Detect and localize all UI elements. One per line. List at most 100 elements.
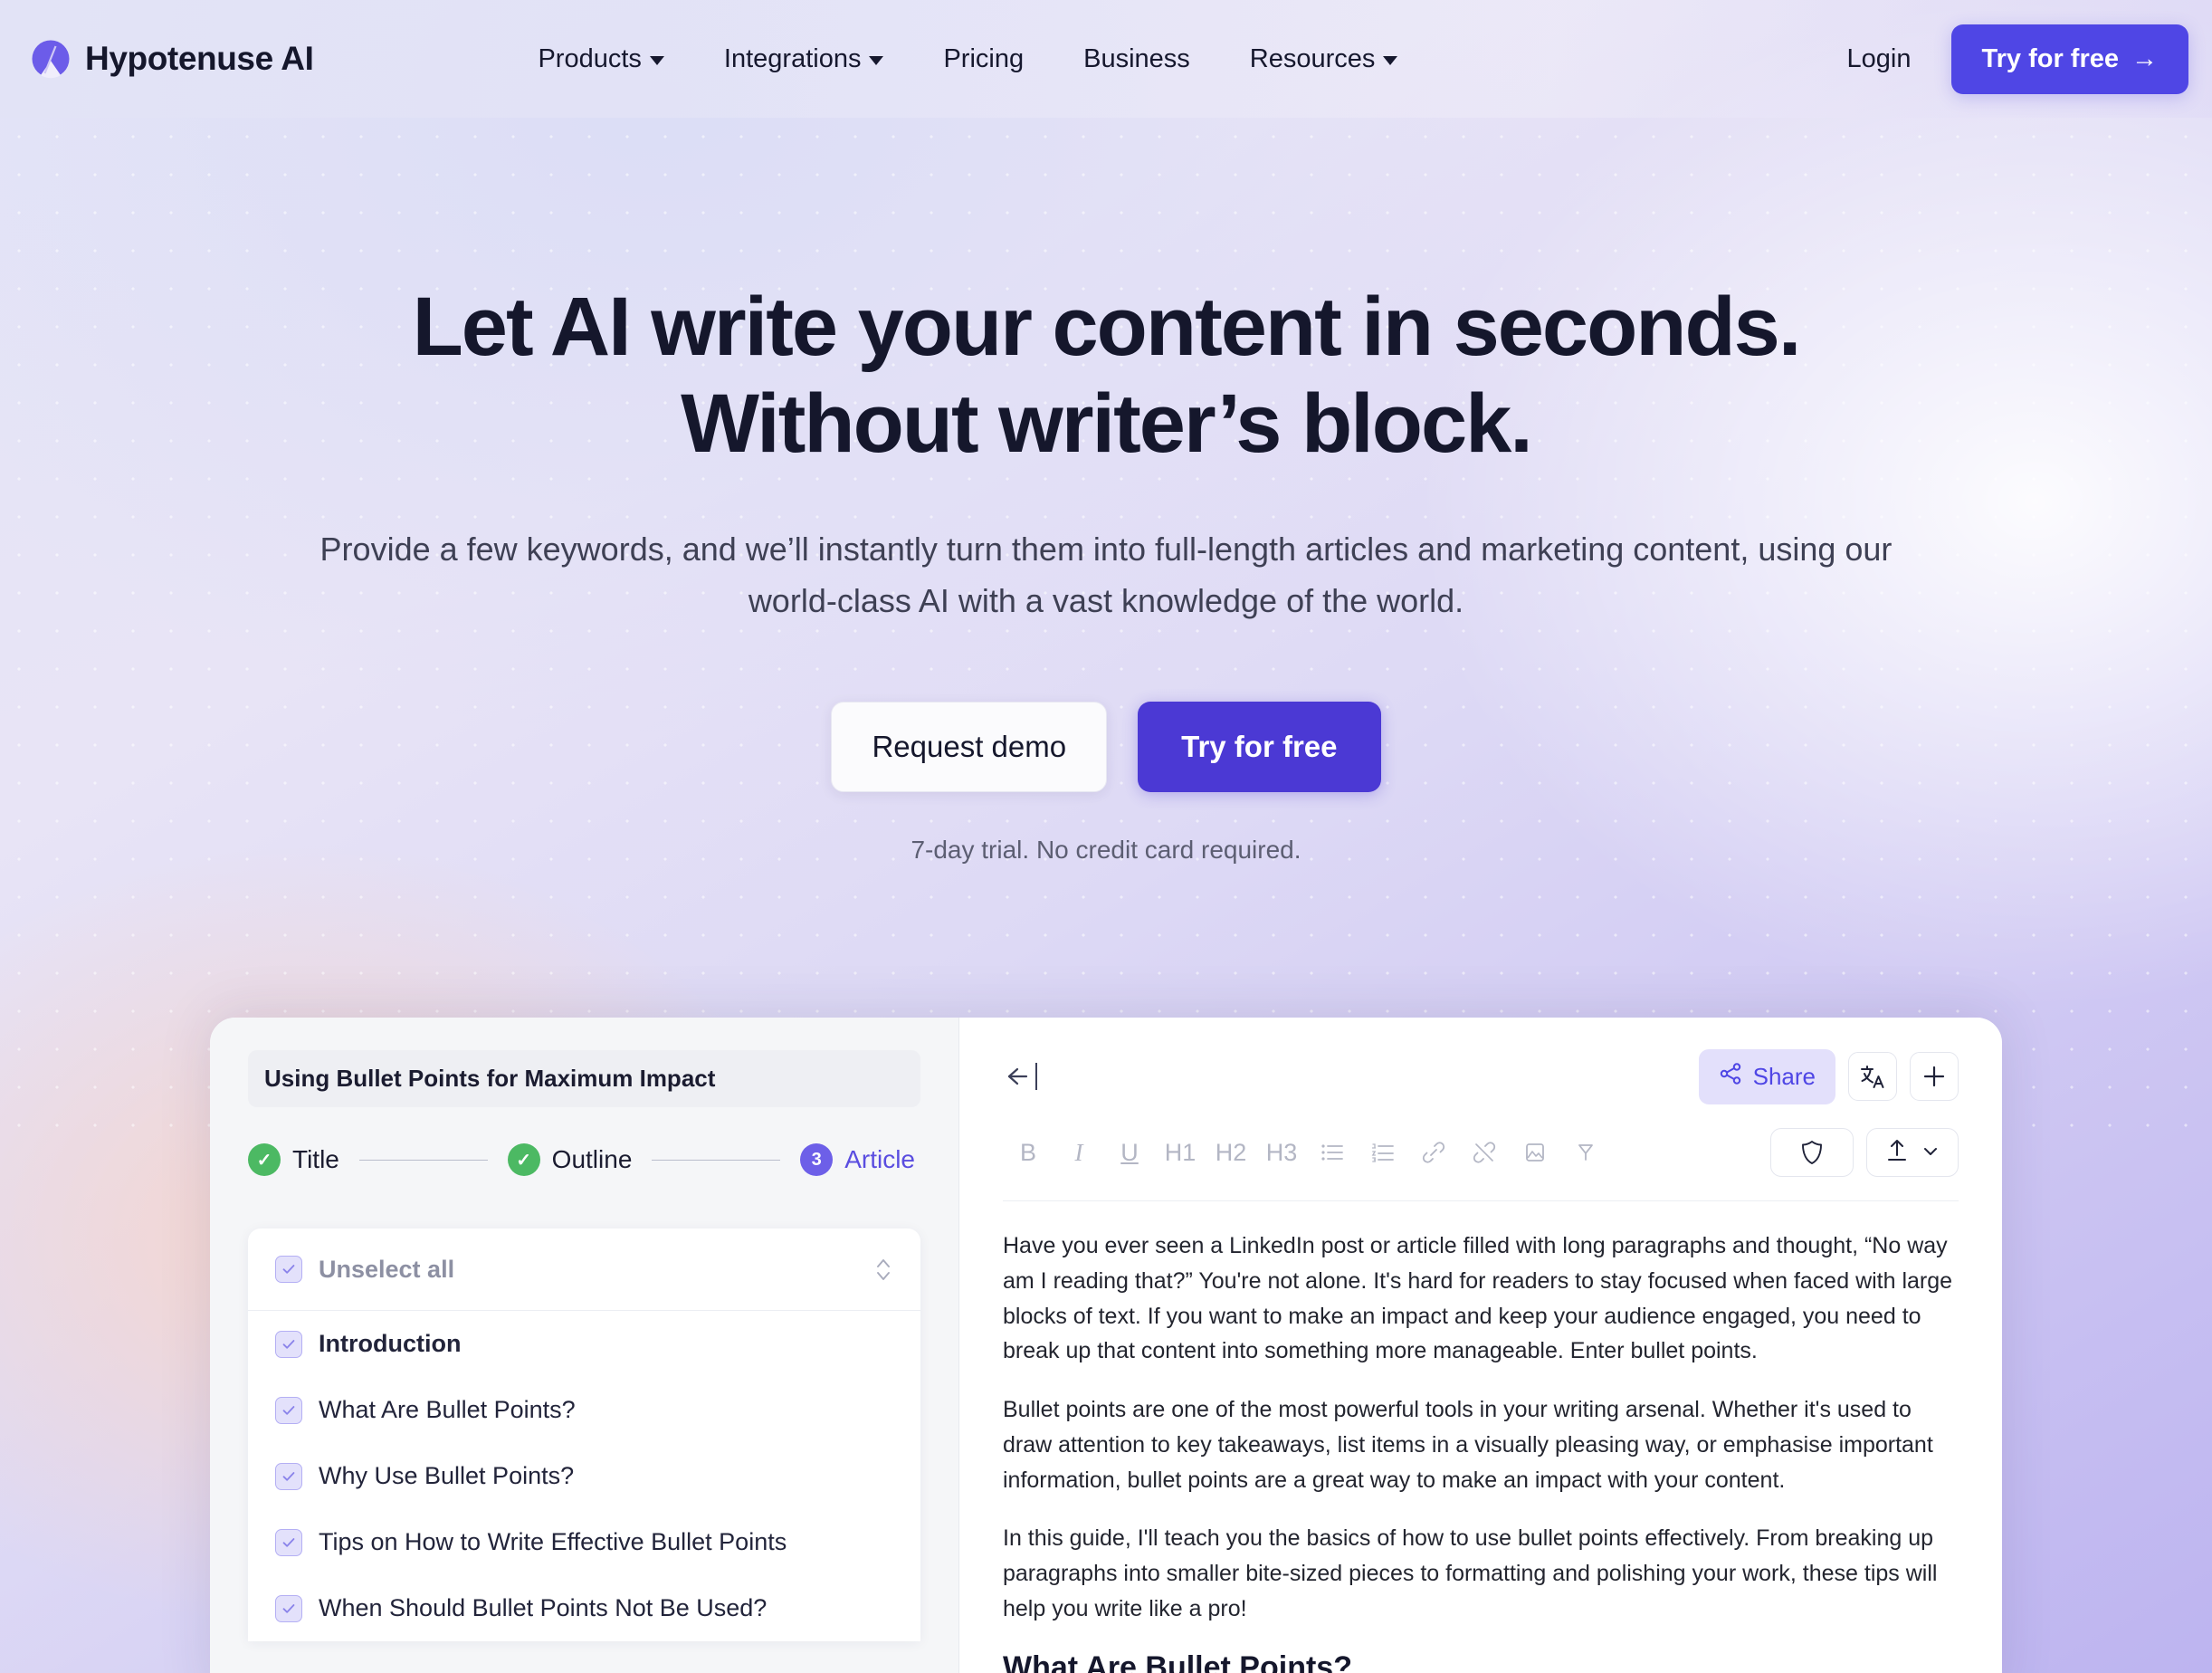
step-outline-marker: ✓ — [507, 1143, 540, 1176]
editor-right-tools — [1770, 1128, 1959, 1177]
check-icon[interactable] — [275, 1528, 302, 1556]
step-connector — [652, 1159, 781, 1161]
hero-section: Let AI write your content in seconds. Wi… — [0, 118, 2212, 865]
text-cursor — [1035, 1063, 1037, 1090]
highlight-icon[interactable] — [1560, 1142, 1611, 1163]
document-title-field[interactable]: Using Bullet Points for Maximum Impact — [248, 1050, 920, 1107]
chevron-down-icon — [1921, 1144, 1940, 1162]
nav-item-pricing-label: Pricing — [943, 43, 1025, 73]
numbered-list-icon[interactable] — [1358, 1142, 1408, 1162]
step-outline[interactable]: ✓ Outline — [507, 1143, 633, 1176]
list-item[interactable]: What Are Bullet Points? — [248, 1377, 920, 1443]
check-icon[interactable] — [275, 1256, 302, 1283]
check-icon[interactable] — [275, 1594, 302, 1622]
nav-item-pricing[interactable]: Pricing — [913, 44, 1054, 74]
unselect-all-row[interactable]: Unselect all — [248, 1228, 920, 1311]
nav-item-integrations[interactable]: Integrations — [694, 44, 914, 74]
list-item-label: Why Use Bullet Points? — [319, 1462, 575, 1489]
page-title: Let AI write your content in seconds. Wi… — [0, 279, 2212, 472]
step-title-marker: ✓ — [248, 1143, 281, 1176]
article-paragraph: Bullet points are one of the most powerf… — [1003, 1397, 1933, 1493]
nav-item-resources-label: Resources — [1249, 43, 1376, 73]
try-for-free-button[interactable]: Try for free — [1138, 702, 1381, 793]
list-item-label: What Are Bullet Points? — [319, 1396, 576, 1423]
chevron-down-icon — [1383, 56, 1398, 65]
upload-icon — [1885, 1138, 1909, 1168]
bold-button[interactable]: B — [1003, 1139, 1054, 1167]
nav-try-for-free-button[interactable]: Try for free → — [1950, 24, 2188, 94]
share-label: Share — [1752, 1062, 1816, 1090]
brand-logo[interactable]: Hypotenuse AI — [31, 39, 314, 79]
unselect-all-label: Unselect all — [319, 1255, 455, 1283]
hypotenuse-logo-icon — [31, 39, 71, 79]
italic-button[interactable]: I — [1054, 1139, 1104, 1167]
request-demo-button[interactable]: Request demo — [831, 702, 1108, 793]
step-article-marker: 3 — [800, 1143, 834, 1176]
share-icon — [1719, 1062, 1742, 1092]
nav-try-for-free-label: Try for free — [1981, 43, 2120, 73]
app-preview-card: Using Bullet Points for Maximum Impact ✓… — [210, 1018, 2002, 1673]
step-title[interactable]: ✓ Title — [248, 1143, 339, 1176]
formatting-toolbar: B I U H1 H2 H3 — [1003, 1128, 1959, 1201]
nav-actions: Login Try for free → — [1807, 24, 2188, 94]
chevron-down-icon — [649, 56, 664, 65]
nav-item-products[interactable]: Products — [508, 44, 693, 74]
step-outline-label: Outline — [551, 1145, 633, 1173]
list-item[interactable]: When Should Bullet Points Not Be Used? — [248, 1575, 920, 1641]
arrow-right-icon: → — [2131, 43, 2158, 73]
nav-item-integrations-label: Integrations — [723, 43, 862, 73]
top-navigation-bar: Hypotenuse AI Products Integrations Pric… — [0, 0, 2212, 118]
editor-topbar: Share — [1003, 1048, 1959, 1104]
headline-line-1: Let AI write your content in seconds. — [412, 281, 1802, 373]
heading-3-button[interactable]: H3 — [1256, 1139, 1307, 1167]
step-article-label: Article — [844, 1145, 915, 1173]
headline-line-2: Without writer’s block. — [681, 377, 1533, 470]
list-item-label: Introduction — [319, 1330, 462, 1357]
nav-item-products-label: Products — [538, 43, 642, 73]
article-content[interactable]: Have you ever seen a LinkedIn post or ar… — [1003, 1201, 1959, 1673]
login-link[interactable]: Login — [1807, 44, 1951, 74]
trial-note: 7-day trial. No credit card required. — [911, 836, 1301, 865]
underline-button[interactable]: U — [1104, 1139, 1155, 1167]
bullet-list-icon[interactable] — [1307, 1142, 1358, 1162]
progress-stepper: ✓ Title ✓ Outline 3 Article — [248, 1143, 920, 1176]
outline-panel: Unselect all Introduction What Are Bulle… — [248, 1228, 920, 1641]
editor-actions: Share — [1698, 1048, 1959, 1104]
hero-cta-group: Request demo Try for free — [0, 702, 2212, 793]
chevron-down-icon — [869, 56, 884, 65]
shield-icon[interactable] — [1770, 1128, 1854, 1177]
list-item[interactable]: Why Use Bullet Points? — [248, 1443, 920, 1509]
nav-item-business-label: Business — [1083, 43, 1190, 73]
check-icon[interactable] — [275, 1462, 302, 1490]
step-article[interactable]: 3 Article — [800, 1143, 915, 1176]
list-item[interactable]: Introduction — [248, 1311, 920, 1377]
list-item[interactable]: Tips on How to Write Effective Bullet Po… — [248, 1509, 920, 1575]
nav-links: Products Integrations Pricing Business R… — [508, 44, 1427, 74]
check-icon[interactable] — [275, 1396, 302, 1424]
sort-updown-icon[interactable] — [873, 1254, 893, 1285]
list-item-label: When Should Bullet Points Not Be Used? — [319, 1594, 768, 1621]
step-connector — [358, 1159, 488, 1161]
translate-icon[interactable] — [1848, 1052, 1897, 1101]
share-button[interactable]: Share — [1698, 1048, 1835, 1104]
nav-item-business[interactable]: Business — [1054, 44, 1220, 74]
brand-name: Hypotenuse AI — [85, 40, 314, 77]
link-icon[interactable] — [1408, 1141, 1459, 1164]
image-icon[interactable] — [1510, 1142, 1560, 1163]
check-icon[interactable] — [275, 1330, 302, 1358]
article-editor: Share B I U H1 H2 H3 Have you ever seen … — [959, 1018, 2002, 1673]
plus-icon[interactable] — [1910, 1052, 1959, 1101]
step-title-label: Title — [292, 1145, 339, 1173]
landing-page: Hypotenuse AI Products Integrations Pric… — [0, 0, 2212, 1673]
article-section-heading: What Are Bullet Points? — [1003, 1649, 1352, 1673]
back-arrow-icon[interactable] — [1003, 1063, 1037, 1090]
heading-2-button[interactable]: H2 — [1206, 1139, 1256, 1167]
article-paragraph: Have you ever seen a LinkedIn post or ar… — [1003, 1233, 1953, 1364]
nav-item-resources[interactable]: Resources — [1220, 44, 1428, 74]
hero-subtext: Provide a few keywords, and we’ll instan… — [319, 531, 1893, 620]
export-button[interactable] — [1866, 1128, 1959, 1177]
heading-1-button[interactable]: H1 — [1155, 1139, 1206, 1167]
outline-sidebar: Using Bullet Points for Maximum Impact ✓… — [210, 1018, 959, 1673]
list-item-label: Tips on How to Write Effective Bullet Po… — [319, 1528, 787, 1555]
unlink-icon[interactable] — [1459, 1141, 1510, 1164]
